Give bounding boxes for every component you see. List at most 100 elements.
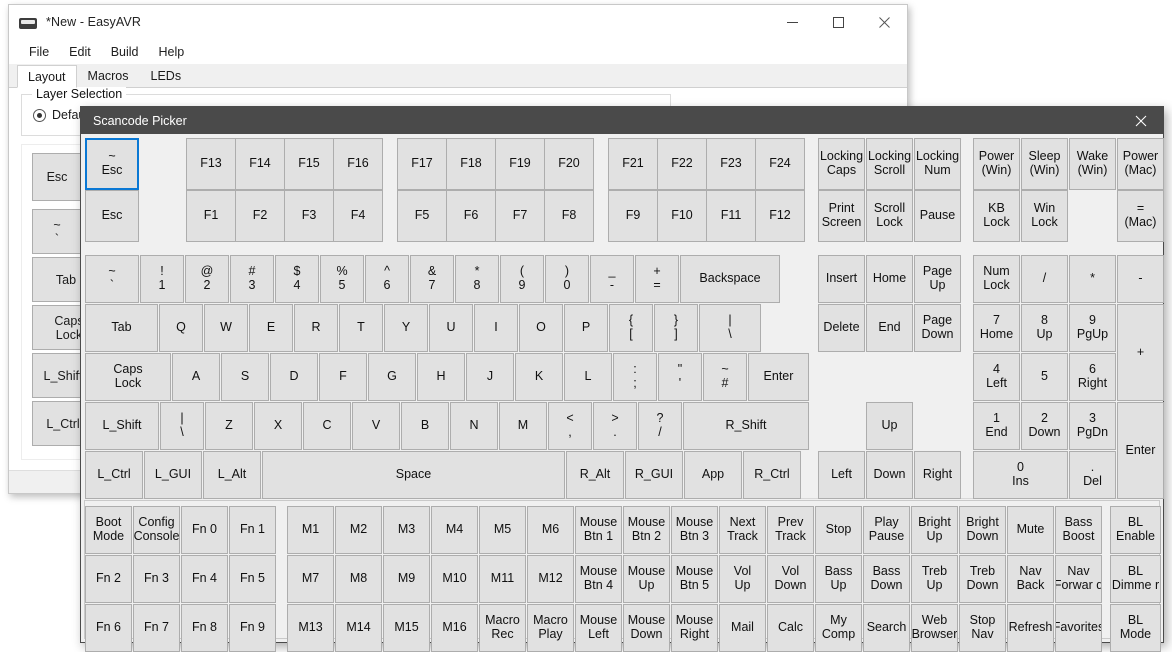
key-m8[interactable]: M8 <box>335 555 382 603</box>
key-refresh[interactable]: Refresh <box>1007 604 1054 652</box>
key-fn8[interactable]: Fn 8 <box>181 604 228 652</box>
key-f16[interactable]: F16 <box>333 138 383 190</box>
minimize-icon[interactable] <box>769 5 815 39</box>
key-k6[interactable]: ^6 <box>365 255 409 303</box>
key-kk[interactable]: K <box>515 353 563 401</box>
key-ku[interactable]: U <box>429 304 473 352</box>
key-sleep-win[interactable]: Sleep(Win) <box>1021 138 1068 190</box>
key-fn2[interactable]: Fn 2 <box>85 555 132 603</box>
key-f14[interactable]: F14 <box>235 138 285 190</box>
key-kn[interactable]: N <box>450 402 498 450</box>
key-mouse-btn1[interactable]: MouseBtn 1 <box>575 506 622 554</box>
key-f17[interactable]: F17 <box>397 138 447 190</box>
key-win-lock[interactable]: WinLock <box>1021 190 1068 242</box>
key-ka[interactable]: A <box>172 353 220 401</box>
key-m12[interactable]: M12 <box>527 555 574 603</box>
key-k0[interactable]: )0 <box>545 255 589 303</box>
key-rgui[interactable]: R_GUI <box>625 451 683 499</box>
key-slash[interactable]: ?/ <box>638 402 682 450</box>
key-m11[interactable]: M11 <box>479 555 526 603</box>
close-icon[interactable] <box>861 5 907 39</box>
key-calc[interactable]: Calc <box>767 604 814 652</box>
key-bl-enable[interactable]: BLEnable <box>1110 506 1161 554</box>
key-power-mac[interactable]: Power(Mac) <box>1117 138 1164 190</box>
key-f20[interactable]: F20 <box>544 138 594 190</box>
key-arrow-down[interactable]: Down <box>866 451 913 499</box>
key-f13[interactable]: F13 <box>186 138 236 190</box>
key-comma[interactable]: <, <box>548 402 592 450</box>
key-k5[interactable]: %5 <box>320 255 364 303</box>
key-np-add[interactable]: + <box>1117 304 1164 401</box>
key-fn6[interactable]: Fn 6 <box>85 604 132 652</box>
key-f12[interactable]: F12 <box>755 190 805 242</box>
key-f4[interactable]: F4 <box>333 190 383 242</box>
key-np-7[interactable]: 7Home <box>973 304 1020 352</box>
key-f5[interactable]: F5 <box>397 190 447 242</box>
key-bslash[interactable]: |\ <box>699 304 761 352</box>
key-fn4[interactable]: Fn 4 <box>181 555 228 603</box>
key-k8[interactable]: *8 <box>455 255 499 303</box>
key-f22[interactable]: F22 <box>657 138 707 190</box>
key-favorites[interactable]: Favorites <box>1055 604 1102 652</box>
key-f18[interactable]: F18 <box>446 138 496 190</box>
key-kh[interactable]: H <box>417 353 465 401</box>
key-hash[interactable]: ~# <box>703 353 747 401</box>
key-ke[interactable]: E <box>249 304 293 352</box>
key-kz[interactable]: Z <box>205 402 253 450</box>
key-k9[interactable]: (9 <box>500 255 544 303</box>
key-space[interactable]: Space <box>262 451 565 499</box>
key-grave[interactable]: ~` <box>85 255 139 303</box>
key-bl-mode[interactable]: BLMode <box>1110 604 1161 652</box>
key-np-9[interactable]: 9PgUp <box>1069 304 1116 352</box>
menu-build[interactable]: Build <box>101 42 149 62</box>
key-kc[interactable]: C <box>303 402 351 450</box>
key-eq-mac[interactable]: =(Mac) <box>1117 190 1164 242</box>
key-lgui[interactable]: L_GUI <box>144 451 202 499</box>
key-bass-down[interactable]: BassDown <box>863 555 910 603</box>
key-ralt[interactable]: R_Alt <box>566 451 624 499</box>
key-quote[interactable]: "' <box>658 353 702 401</box>
key-f8[interactable]: F8 <box>544 190 594 242</box>
key-m10[interactable]: M10 <box>431 555 478 603</box>
key-kv[interactable]: V <box>352 402 400 450</box>
key-k3[interactable]: #3 <box>230 255 274 303</box>
key-web-browser[interactable]: WebBrowser <box>911 604 958 652</box>
key-tab[interactable]: Tab <box>85 304 158 352</box>
key-backspace[interactable]: Backspace <box>680 255 780 303</box>
key-stop-nav[interactable]: StopNav <box>959 604 1006 652</box>
key-f15[interactable]: F15 <box>284 138 334 190</box>
key-prev-track[interactable]: PrevTrack <box>767 506 814 554</box>
maximize-icon[interactable] <box>815 5 861 39</box>
key-insert[interactable]: Insert <box>818 255 865 303</box>
key-m3[interactable]: M3 <box>383 506 430 554</box>
key-bright-up[interactable]: BrightUp <box>911 506 958 554</box>
key-stop[interactable]: Stop <box>815 506 862 554</box>
key-rbrack[interactable]: }] <box>654 304 698 352</box>
key-mouse-btn5[interactable]: MouseBtn 5 <box>671 555 718 603</box>
key-arrow-up[interactable]: Up <box>866 402 913 450</box>
key-kb-lock[interactable]: KBLock <box>973 190 1020 242</box>
key-lctrl[interactable]: L_Ctrl <box>85 451 143 499</box>
key-kr[interactable]: R <box>294 304 338 352</box>
key-m14[interactable]: M14 <box>335 604 382 652</box>
key-bass-boost[interactable]: BassBoost <box>1055 506 1102 554</box>
key-config-console[interactable]: ConfigConsole <box>133 506 180 554</box>
key-boot-mode[interactable]: BootMode <box>85 506 132 554</box>
key-f19[interactable]: F19 <box>495 138 545 190</box>
key-tilde-esc[interactable]: ~Esc <box>85 138 139 190</box>
key-arrow-left[interactable]: Left <box>818 451 865 499</box>
key-m9[interactable]: M9 <box>383 555 430 603</box>
preview-key[interactable]: ~` <box>32 209 82 254</box>
key-mute[interactable]: Mute <box>1007 506 1054 554</box>
key-f21[interactable]: F21 <box>608 138 658 190</box>
key-fn3[interactable]: Fn 3 <box>133 555 180 603</box>
key-mouse-up[interactable]: MouseUp <box>623 555 670 603</box>
key-kb[interactable]: B <box>401 402 449 450</box>
key-m4[interactable]: M4 <box>431 506 478 554</box>
key-next-track[interactable]: NextTrack <box>719 506 766 554</box>
key-treb-up[interactable]: TrebUp <box>911 555 958 603</box>
key-lalt[interactable]: L_Alt <box>203 451 261 499</box>
menu-file[interactable]: File <box>19 42 59 62</box>
key-kg[interactable]: G <box>368 353 416 401</box>
key-k1[interactable]: !1 <box>140 255 184 303</box>
